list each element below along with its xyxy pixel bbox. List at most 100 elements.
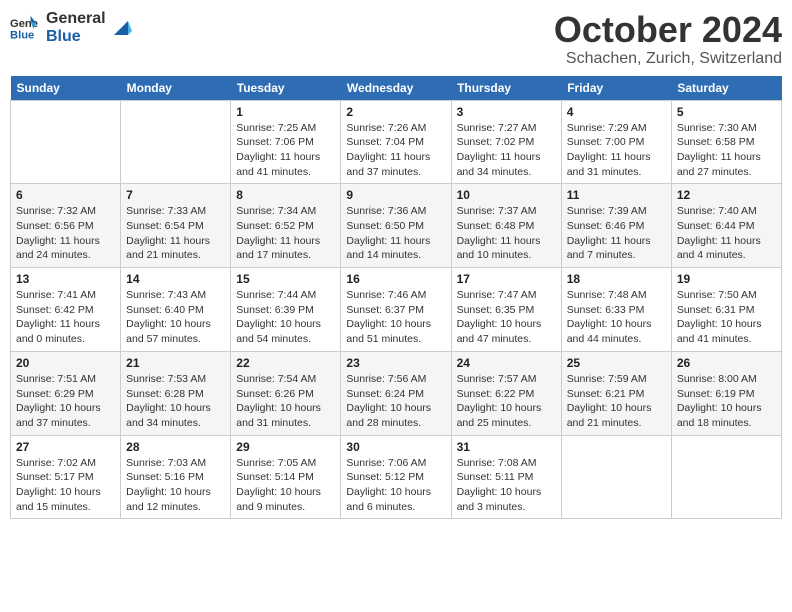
calendar-cell: 15 Sunrise: 7:44 AMSunset: 6:39 PMDayligh… bbox=[231, 268, 341, 352]
calendar-cell: 21Sunrise: 7:53 AMSunset: 6:28 PMDayligh… bbox=[121, 351, 231, 435]
day-detail: Sunrise: 7:40 AMSunset: 6:44 PMDaylight:… bbox=[677, 204, 776, 263]
day-detail: Sunrise: 7:39 AMSunset: 6:46 PMDaylight:… bbox=[567, 204, 666, 263]
location: Schachen, Zurich, Switzerland bbox=[554, 50, 782, 68]
day-detail: Sunrise: 7:02 AMSunset: 5:17 PMDaylight:… bbox=[16, 456, 115, 515]
day-number: 18 bbox=[567, 272, 666, 286]
day-detail: Sunrise: 7:43 AMSunset: 6:40 PMDaylight:… bbox=[126, 288, 225, 347]
day-number: 27 bbox=[16, 440, 115, 454]
logo-blue: Blue bbox=[46, 28, 106, 46]
day-number: 15 bbox=[236, 272, 335, 286]
day-detail: Sunrise: 7:08 AMSunset: 5:11 PMDaylight:… bbox=[457, 456, 556, 515]
day-number: 20 bbox=[16, 356, 115, 370]
day-detail: Sunrise: 7:54 AMSunset: 6:26 PMDaylight:… bbox=[236, 372, 335, 431]
header-friday: Friday bbox=[561, 76, 671, 101]
day-detail: Sunrise: 7:41 AMSunset: 6:42 PMDaylight:… bbox=[16, 288, 115, 347]
calendar-cell: 5Sunrise: 7:30 AMSunset: 6:58 PMDaylight… bbox=[671, 100, 781, 184]
calendar-cell: 31Sunrise: 7:08 AMSunset: 5:11 PMDayligh… bbox=[451, 435, 561, 519]
header-monday: Monday bbox=[121, 76, 231, 101]
logo-icon: General Blue bbox=[10, 14, 38, 42]
svg-text:Blue: Blue bbox=[10, 29, 34, 41]
day-detail: Sunrise: 7:34 AMSunset: 6:52 PMDaylight:… bbox=[236, 204, 335, 263]
day-detail: Sunrise: 7:26 AMSunset: 7:04 PMDaylight:… bbox=[346, 121, 445, 180]
calendar-table: SundayMondayTuesdayWednesdayThursdayFrid… bbox=[10, 76, 782, 520]
day-detail: Sunrise: 7:37 AMSunset: 6:48 PMDaylight:… bbox=[457, 204, 556, 263]
calendar-cell bbox=[121, 100, 231, 184]
calendar-cell: 22 Sunrise: 7:54 AMSunset: 6:26 PMDayligh… bbox=[231, 351, 341, 435]
day-number: 14 bbox=[126, 272, 225, 286]
day-detail: Sunrise: 7:36 AMSunset: 6:50 PMDaylight:… bbox=[346, 204, 445, 263]
day-number: 28 bbox=[126, 440, 225, 454]
calendar-cell bbox=[11, 100, 121, 184]
day-number: 13 bbox=[16, 272, 115, 286]
calendar-cell: 17 Sunrise: 7:47 AMSunset: 6:35 PMDayligh… bbox=[451, 268, 561, 352]
calendar-week-row: 1 Sunrise: 7:25 AMSunset: 7:06 PMDaylight… bbox=[11, 100, 782, 184]
calendar-cell: 24Sunrise: 7:57 AMSunset: 6:22 PMDayligh… bbox=[451, 351, 561, 435]
calendar-cell: 27 Sunrise: 7:02 AMSunset: 5:17 PMDayligh… bbox=[11, 435, 121, 519]
day-number: 8 bbox=[236, 188, 335, 202]
day-number: 26 bbox=[677, 356, 776, 370]
day-number: 10 bbox=[457, 188, 556, 202]
logo-triangle-icon bbox=[110, 17, 132, 39]
calendar-cell: 2Sunrise: 7:26 AMSunset: 7:04 PMDaylight… bbox=[341, 100, 451, 184]
title-block: October 2024 Schachen, Zurich, Switzerla… bbox=[554, 10, 782, 68]
header-sunday: Sunday bbox=[11, 76, 121, 101]
day-number: 6 bbox=[16, 188, 115, 202]
day-number: 25 bbox=[567, 356, 666, 370]
calendar-week-row: 20Sunrise: 7:51 AMSunset: 6:29 PMDayligh… bbox=[11, 351, 782, 435]
header-saturday: Saturday bbox=[671, 76, 781, 101]
day-number: 23 bbox=[346, 356, 445, 370]
day-number: 29 bbox=[236, 440, 335, 454]
calendar-cell: 19Sunrise: 7:50 AMSunset: 6:31 PMDayligh… bbox=[671, 268, 781, 352]
day-detail: Sunrise: 7:27 AMSunset: 7:02 PMDaylight:… bbox=[457, 121, 556, 180]
day-detail: Sunrise: 7:30 AMSunset: 6:58 PMDaylight:… bbox=[677, 121, 776, 180]
day-detail: Sunrise: 7:29 AMSunset: 7:00 PMDaylight:… bbox=[567, 121, 666, 180]
day-number: 11 bbox=[567, 188, 666, 202]
calendar-cell: 25 Sunrise: 7:59 AMSunset: 6:21 PMDayligh… bbox=[561, 351, 671, 435]
calendar-cell: 30Sunrise: 7:06 AMSunset: 5:12 PMDayligh… bbox=[341, 435, 451, 519]
day-number: 7 bbox=[126, 188, 225, 202]
header-thursday: Thursday bbox=[451, 76, 561, 101]
calendar-cell: 6 Sunrise: 7:32 AMSunset: 6:56 PMDaylight… bbox=[11, 184, 121, 268]
day-detail: Sunrise: 7:25 AMSunset: 7:06 PMDaylight:… bbox=[236, 121, 335, 180]
day-detail: Sunrise: 7:47 AMSunset: 6:35 PMDaylight:… bbox=[457, 288, 556, 347]
day-detail: Sunrise: 7:59 AMSunset: 6:21 PMDaylight:… bbox=[567, 372, 666, 431]
day-detail: Sunrise: 7:44 AMSunset: 6:39 PMDaylight:… bbox=[236, 288, 335, 347]
header-wednesday: Wednesday bbox=[341, 76, 451, 101]
day-detail: Sunrise: 7:48 AMSunset: 6:33 PMDaylight:… bbox=[567, 288, 666, 347]
day-detail: Sunrise: 7:56 AMSunset: 6:24 PMDaylight:… bbox=[346, 372, 445, 431]
calendar-cell: 26Sunrise: 8:00 AMSunset: 6:19 PMDayligh… bbox=[671, 351, 781, 435]
day-number: 30 bbox=[346, 440, 445, 454]
calendar-cell: 18 Sunrise: 7:48 AMSunset: 6:33 PMDayligh… bbox=[561, 268, 671, 352]
calendar-cell: 12 Sunrise: 7:40 AMSunset: 6:44 PMDayligh… bbox=[671, 184, 781, 268]
month-title: October 2024 bbox=[554, 10, 782, 50]
calendar-cell: 1 Sunrise: 7:25 AMSunset: 7:06 PMDaylight… bbox=[231, 100, 341, 184]
calendar-cell bbox=[671, 435, 781, 519]
calendar-week-row: 27 Sunrise: 7:02 AMSunset: 5:17 PMDayligh… bbox=[11, 435, 782, 519]
day-detail: Sunrise: 7:32 AMSunset: 6:56 PMDaylight:… bbox=[16, 204, 115, 263]
calendar-week-row: 6 Sunrise: 7:32 AMSunset: 6:56 PMDaylight… bbox=[11, 184, 782, 268]
calendar-cell: 11 Sunrise: 7:39 AMSunset: 6:46 PMDayligh… bbox=[561, 184, 671, 268]
header-tuesday: Tuesday bbox=[231, 76, 341, 101]
calendar-cell: 14 Sunrise: 7:43 AMSunset: 6:40 PMDayligh… bbox=[121, 268, 231, 352]
calendar-cell: 10 Sunrise: 7:37 AMSunset: 6:48 PMDayligh… bbox=[451, 184, 561, 268]
day-number: 19 bbox=[677, 272, 776, 286]
day-number: 12 bbox=[677, 188, 776, 202]
calendar-cell: 4 Sunrise: 7:29 AMSunset: 7:00 PMDaylight… bbox=[561, 100, 671, 184]
calendar-cell: 7Sunrise: 7:33 AMSunset: 6:54 PMDaylight… bbox=[121, 184, 231, 268]
day-number: 22 bbox=[236, 356, 335, 370]
day-detail: Sunrise: 7:53 AMSunset: 6:28 PMDaylight:… bbox=[126, 372, 225, 431]
calendar-cell: 20Sunrise: 7:51 AMSunset: 6:29 PMDayligh… bbox=[11, 351, 121, 435]
day-detail: Sunrise: 7:46 AMSunset: 6:37 PMDaylight:… bbox=[346, 288, 445, 347]
calendar-cell: 8 Sunrise: 7:34 AMSunset: 6:52 PMDaylight… bbox=[231, 184, 341, 268]
calendar-cell: 28Sunrise: 7:03 AMSunset: 5:16 PMDayligh… bbox=[121, 435, 231, 519]
day-number: 4 bbox=[567, 105, 666, 119]
logo-general: General bbox=[46, 10, 106, 28]
day-number: 17 bbox=[457, 272, 556, 286]
calendar-cell: 3Sunrise: 7:27 AMSunset: 7:02 PMDaylight… bbox=[451, 100, 561, 184]
day-number: 16 bbox=[346, 272, 445, 286]
calendar-cell: 16 Sunrise: 7:46 AMSunset: 6:37 PMDayligh… bbox=[341, 268, 451, 352]
calendar-cell: 13 Sunrise: 7:41 AMSunset: 6:42 PMDayligh… bbox=[11, 268, 121, 352]
logo: General Blue General Blue bbox=[10, 10, 132, 45]
day-detail: Sunrise: 7:05 AMSunset: 5:14 PMDaylight:… bbox=[236, 456, 335, 515]
day-number: 1 bbox=[236, 105, 335, 119]
